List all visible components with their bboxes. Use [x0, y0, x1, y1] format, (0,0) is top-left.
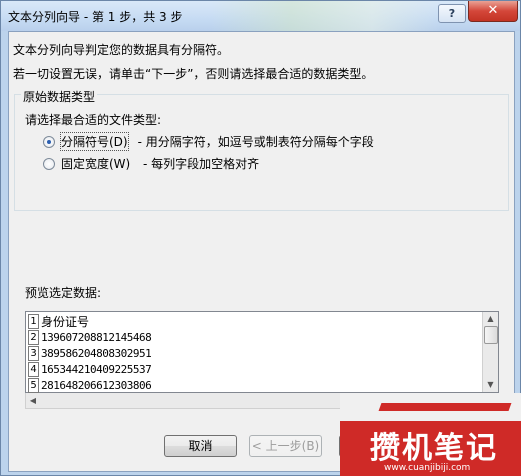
- back-button[interactable]: < 上一步(B): [249, 435, 322, 457]
- cancel-button[interactable]: 取消: [164, 435, 237, 457]
- radio-fixed-width-row[interactable]: 固定宽度(W) - 每列字段加空格对齐: [43, 155, 259, 172]
- group-legend: 原始数据类型: [21, 88, 98, 105]
- scroll-thumb[interactable]: [484, 326, 498, 344]
- file-type-prompt: 请选择最合适的文件类型:: [25, 113, 162, 127]
- window-title: 文本分列向导 - 第 1 步，共 3 步: [8, 10, 183, 24]
- preview-row-value: 389586204808302951: [41, 346, 152, 360]
- watermark-stroke: [350, 421, 370, 461]
- preview-row: 2 139607208812145468: [28, 329, 152, 345]
- preview-row-value: 165344210409225537: [41, 362, 152, 376]
- intro-text-1: 文本分列向导判定您的数据具有分隔符。: [13, 43, 230, 57]
- watermark-stroke: [378, 403, 512, 411]
- scroll-up-arrow-icon[interactable]: ▲: [483, 312, 498, 326]
- radio-fixed-width-label[interactable]: 固定宽度(W): [61, 155, 139, 172]
- preview-row: 3 389586204808302951: [28, 345, 152, 361]
- scroll-left-arrow-icon[interactable]: ◀: [26, 393, 40, 408]
- preview-row-number: 2: [28, 329, 39, 345]
- preview-row-value: 281648206612303806: [41, 378, 152, 392]
- original-data-type-group: 原始数据类型 请选择最合适的文件类型: 分隔符号(D) - 用分隔字符，如逗号或…: [14, 88, 509, 211]
- radio-delimited-description: - 用分隔字符，如逗号或制表符分隔每个字段: [137, 135, 374, 149]
- preview-row-number: 3: [28, 345, 39, 361]
- preview-rows: 1 身份证号 2 139607208812145468 3 3895862048…: [28, 313, 152, 393]
- preview-vertical-scrollbar[interactable]: ▲ ▼: [482, 312, 498, 392]
- preview-row-value: 身份证号: [41, 314, 90, 329]
- preview-row-number: 1: [28, 313, 39, 329]
- help-button[interactable]: ?: [438, 4, 466, 23]
- preview-row-value: 139607208812145468: [41, 330, 152, 344]
- preview-label: 预览选定数据:: [25, 286, 102, 300]
- radio-fixed-width[interactable]: [43, 157, 55, 170]
- intro-text-2: 若一切设置无误，请单击“下一步”，否则请选择最合适的数据类型。: [13, 67, 374, 81]
- watermark-text: 攒机笔记: [370, 431, 498, 466]
- radio-fixed-width-description: - 每列字段加空格对齐: [143, 157, 260, 171]
- preview-row: 4 165344210409225537: [28, 361, 152, 377]
- preview-row: 1 身份证号: [28, 313, 151, 329]
- preview-row: 5 281648206612303806: [28, 377, 152, 393]
- preview-row-number: 5: [28, 377, 39, 393]
- watermark-logo: 攒机笔记 www.cuanjibiji.com: [340, 393, 521, 476]
- radio-delimited[interactable]: [43, 135, 55, 148]
- close-button[interactable]: ✕: [468, 1, 518, 22]
- watermark-url: www.cuanjibiji.com: [384, 463, 471, 473]
- preview-row-number: 4: [28, 361, 39, 377]
- title-bar[interactable]: 文本分列向导 - 第 1 步，共 3 步 ? ✕: [1, 1, 520, 31]
- title-bar-decoration: [211, 1, 441, 31]
- data-preview[interactable]: 1 身份证号 2 139607208812145468 3 3895862048…: [25, 311, 499, 393]
- scroll-down-arrow-icon[interactable]: ▼: [483, 378, 498, 392]
- radio-delimited-label[interactable]: 分隔符号(D): [60, 132, 129, 151]
- radio-delimited-row[interactable]: 分隔符号(D) - 用分隔字符，如逗号或制表符分隔每个字段: [43, 132, 374, 151]
